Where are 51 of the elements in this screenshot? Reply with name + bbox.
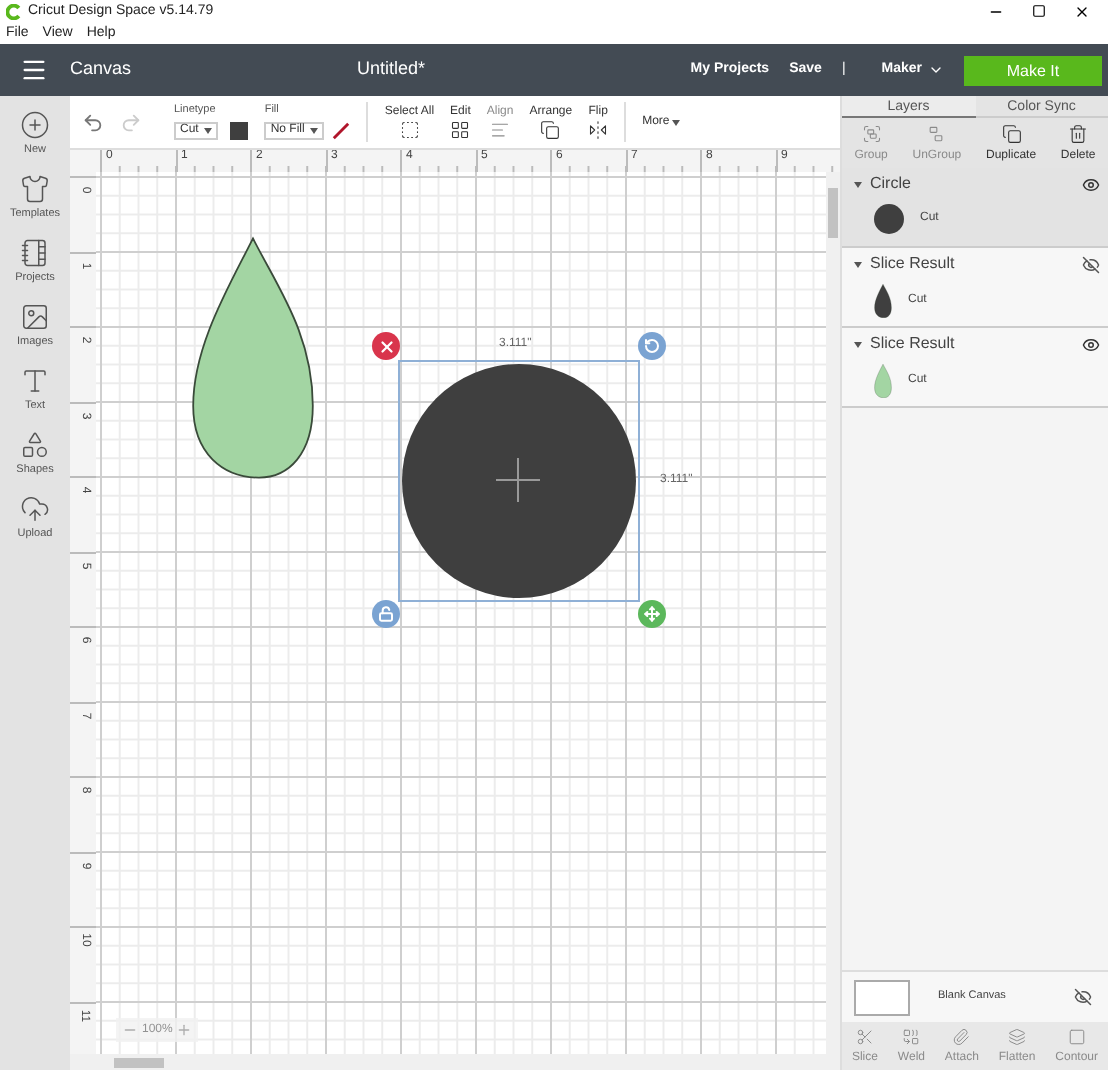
notebook-icon: [20, 238, 50, 269]
lock-handle[interactable]: [372, 600, 400, 628]
resize-handle[interactable]: [638, 600, 666, 628]
layer-name: Slice Result: [870, 255, 955, 273]
plus-circle-icon: [20, 110, 50, 140]
no-fill-icon: [332, 121, 351, 140]
grid-icon: [450, 119, 471, 139]
shapes-icon: [20, 430, 50, 461]
text-icon: [20, 366, 50, 397]
undo-icon[interactable]: [82, 111, 104, 133]
center-crosshair-icon: [496, 458, 540, 502]
caret-icon: [854, 261, 862, 267]
eye-off-icon[interactable]: [1074, 988, 1092, 1006]
caret-icon: [854, 341, 862, 347]
flip-icon: [588, 119, 609, 139]
eye-icon[interactable]: [1082, 175, 1100, 193]
duplicate-icon: [1001, 124, 1022, 144]
caret-icon: [204, 127, 213, 134]
shirt-icon: [20, 174, 50, 205]
eye-off-icon[interactable]: [1082, 255, 1100, 273]
ungroup-icon: [926, 124, 947, 144]
delete-handle[interactable]: [372, 332, 400, 360]
delete-icon: [1068, 124, 1089, 144]
menu-icon[interactable]: [20, 56, 48, 84]
vertical-scrollbar-thumb[interactable]: [828, 188, 838, 238]
layers-icon: [1008, 1028, 1027, 1046]
combine-icon: [902, 1028, 921, 1046]
document-title: Untitled*: [357, 60, 426, 80]
linetype-color-swatch[interactable]: [230, 121, 249, 140]
group-icon: [861, 124, 882, 144]
image-icon: [20, 302, 50, 333]
square-icon: [1067, 1028, 1086, 1046]
chevron-down-icon[interactable]: [928, 62, 944, 78]
cloud-upload-icon: [20, 494, 50, 525]
maximize-icon[interactable]: [1032, 3, 1046, 17]
layer-name: Circle: [870, 175, 911, 193]
section-title: Canvas: [70, 60, 132, 80]
caret-icon: [310, 127, 319, 134]
blank-canvas-thumbnail: [854, 979, 910, 1015]
eye-icon[interactable]: [1082, 335, 1100, 353]
rotate-handle[interactable]: [638, 332, 666, 360]
paperclip-icon: [952, 1028, 971, 1046]
copy-icon: [540, 119, 561, 139]
align-left-icon: [490, 119, 511, 139]
scissors-icon: [855, 1028, 874, 1046]
layer-name: Slice Result: [870, 335, 955, 353]
caret-icon: [671, 119, 680, 125]
horizontal-scrollbar-thumb[interactable]: [114, 1057, 164, 1067]
close-icon[interactable]: [1074, 3, 1090, 19]
app-logo-icon: [6, 3, 22, 19]
caret-icon: [854, 181, 862, 187]
